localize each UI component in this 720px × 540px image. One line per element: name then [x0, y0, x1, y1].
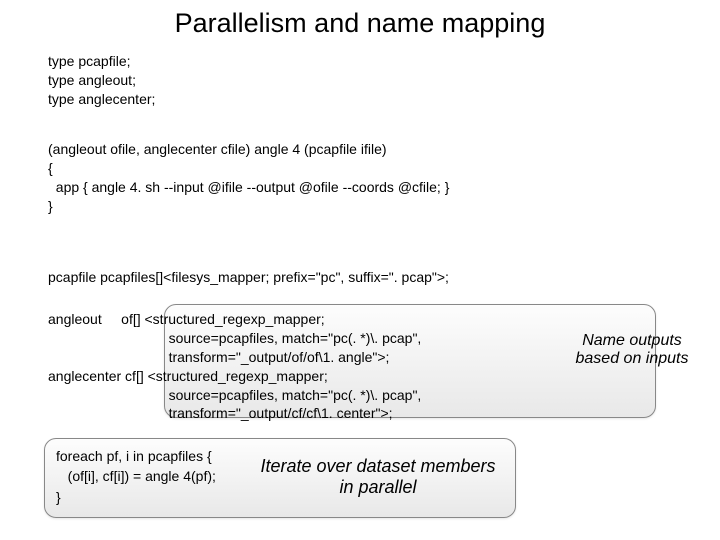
function-declaration: (angleout ofile, anglecenter cfile) angl… — [48, 140, 449, 216]
mapper-annotation: Name outputs based on inputs — [562, 332, 702, 368]
filesys-mapper-line: pcapfile pcapfiles[]<filesys_mapper; pre… — [48, 268, 449, 287]
structured-regexp-mappers: angleout of[] <structured_regexp_mapper;… — [48, 310, 421, 423]
slide-title: Parallelism and name mapping — [0, 8, 720, 39]
foreach-code: foreach pf, i in pcapfiles { (of[i], cf[… — [56, 446, 216, 507]
type-declarations: type pcapfile; type angleout; type angle… — [48, 52, 155, 109]
foreach-annotation: Iterate over dataset members in parallel — [258, 456, 498, 498]
